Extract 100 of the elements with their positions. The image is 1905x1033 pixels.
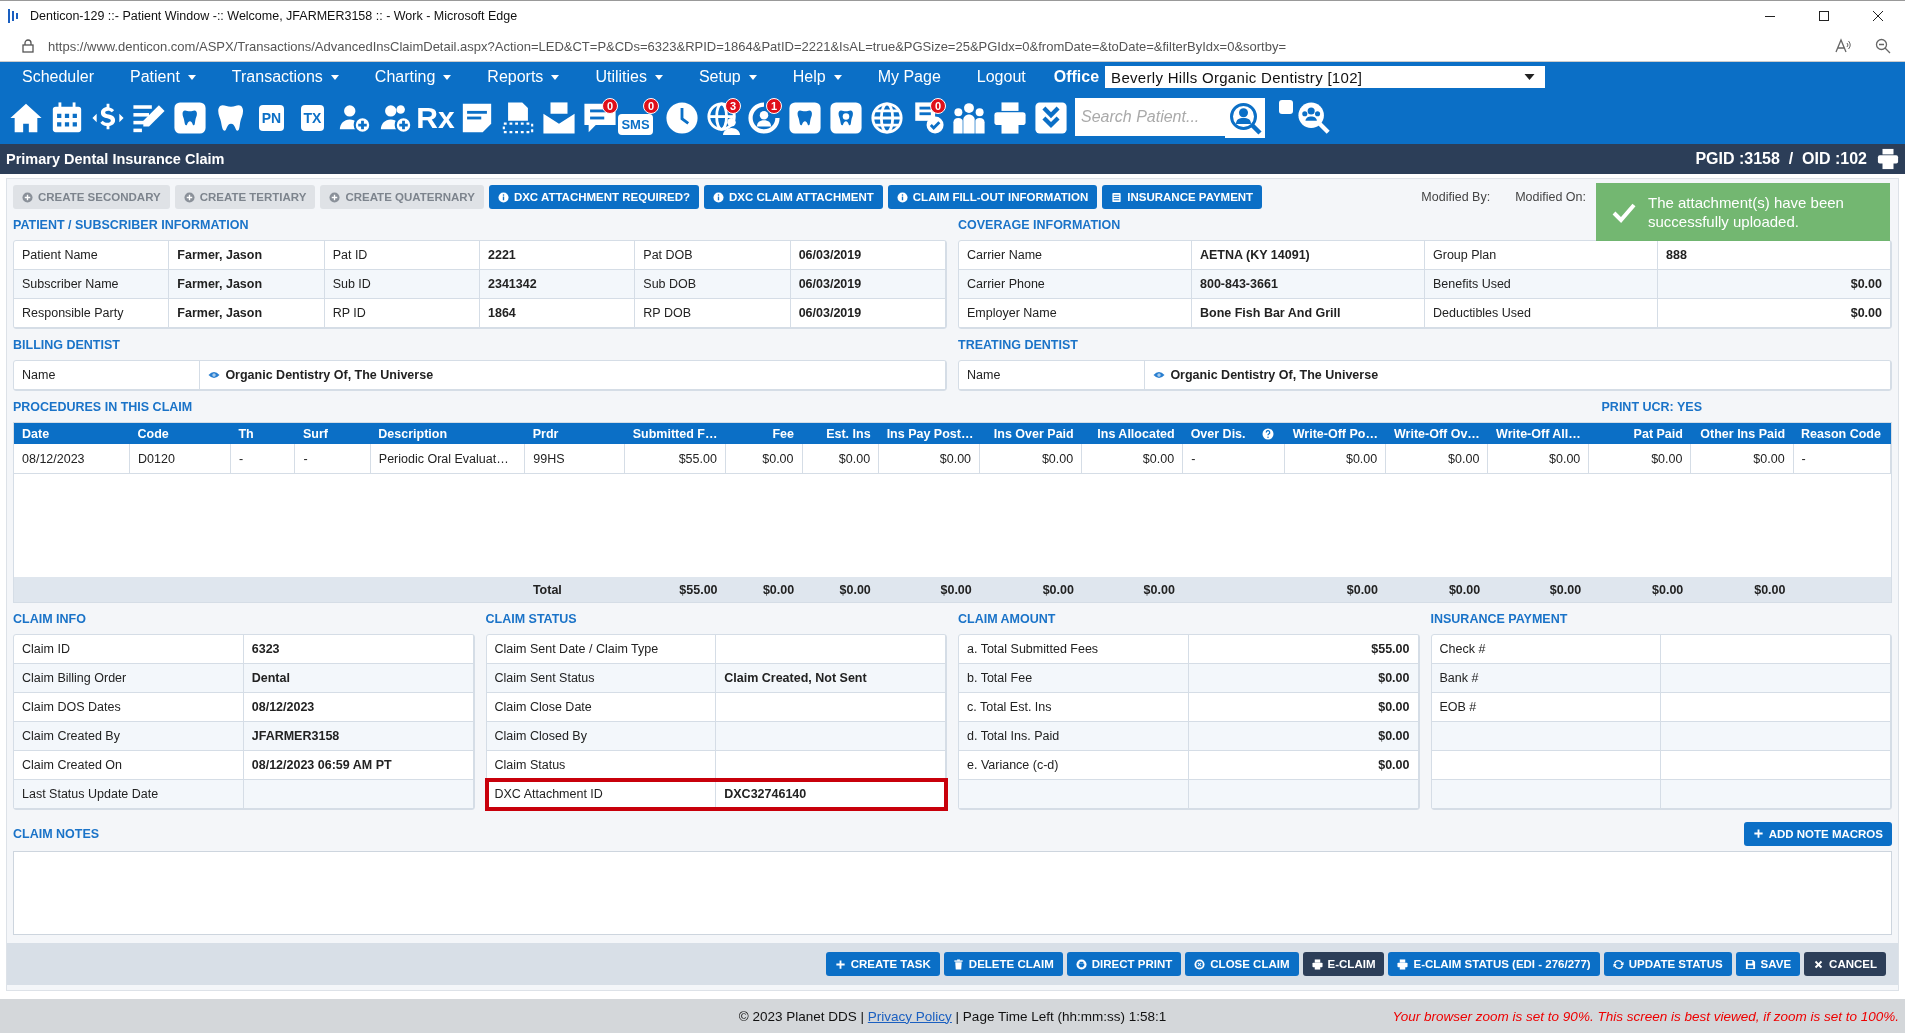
menu-item[interactable]: Reports [487, 68, 560, 86]
table-cell: $55.00 [624, 444, 726, 474]
action-button[interactable]: UPDATE STATUS [1603, 952, 1732, 976]
checkbox[interactable] [1279, 100, 1293, 114]
section-title: CLAIM STATUS [485, 611, 577, 628]
column-header[interactable]: Prdr [532, 426, 559, 441]
search-field[interactable]: Search Patient... [1075, 98, 1225, 136]
toast-message: The attachment(s) have been successfully uploaded. [1648, 192, 1845, 232]
page-title: Primary Dental Insurance Claim [6, 151, 225, 167]
read-aloud-icon[interactable] [1835, 38, 1851, 54]
section-title: COVERAGE INFORMATION [958, 217, 1121, 234]
zoom-out-icon[interactable] [1875, 38, 1891, 54]
field-label: b. Total Fee [959, 664, 1189, 693]
eye-icon[interactable] [1153, 371, 1166, 379]
chevron-down-icon[interactable] [1033, 101, 1068, 135]
table-cell: $0.00 [802, 444, 879, 474]
tooth-card-icon[interactable] [172, 101, 207, 135]
person-search-icon[interactable] [1225, 98, 1265, 138]
toolbar-label-button[interactable]: Rx [416, 103, 455, 133]
globe-icon[interactable] [869, 101, 904, 135]
menu-item[interactable]: My Page [877, 68, 941, 86]
footer-text: © 2023 Planet DDS | Privacy Policy | Page Time Left (hh:mm:ss) 1:58:1 [738, 1008, 1167, 1024]
field-label: Claim Closed By [486, 722, 717, 751]
tooth-card-icon[interactable] [787, 101, 822, 135]
field-value: JFARMER3158 [243, 722, 474, 751]
action-button[interactable]: SAVE [1735, 952, 1801, 976]
close-icon [1813, 958, 1825, 970]
menu-item[interactable]: Logout [976, 68, 1026, 86]
toolbar-label-button[interactable]: SMS [618, 113, 653, 135]
field-value: 800-843-3661 [1192, 270, 1425, 299]
toolbar-label-button[interactable]: TX [300, 105, 325, 131]
action-button[interactable]: E-CLAIM STATUS (EDI - 276/277) [1388, 952, 1600, 976]
claim-ids: PGID :3158 / OID :102 [1695, 150, 1867, 168]
table-cell: $0.00 [1487, 444, 1589, 474]
action-button[interactable]: CLOSE CLAIM [1185, 952, 1299, 976]
table-cell: $0.00 [1690, 444, 1794, 474]
home-icon[interactable] [8, 101, 43, 135]
menu-item[interactable]: Scheduler [22, 68, 95, 86]
action-button[interactable]: CLAIM FILL-OUT INFORMATION [887, 185, 1098, 209]
menu-item[interactable]: Transactions [231, 68, 339, 86]
field-value: 1864 [480, 299, 636, 328]
scanner-icon[interactable] [500, 101, 535, 135]
printer-icon[interactable] [992, 101, 1027, 135]
column-header[interactable]: Date [22, 426, 50, 441]
people-icon[interactable] [951, 101, 986, 135]
info-icon [896, 191, 908, 203]
refresh-person-icon[interactable] [746, 101, 781, 135]
field-label: d. Total Ins. Paid [959, 722, 1189, 751]
action-button[interactable]: INSURANCE PAYMENT [1102, 185, 1263, 209]
section-title: INSURANCE PAYMENT [1430, 611, 1568, 628]
menu-item[interactable]: Charting [374, 68, 452, 86]
action-button[interactable]: CANCEL [1804, 952, 1886, 976]
clock-icon[interactable] [664, 101, 699, 135]
menu-item[interactable]: Setup [698, 68, 757, 86]
privacy-policy-link[interactable]: Privacy Policy [867, 1008, 952, 1024]
table-cell: - [294, 444, 371, 474]
column-header[interactable]: Th [238, 426, 254, 441]
office-select[interactable]: Beverly Hills Organic Dentistry [102] [1105, 66, 1546, 88]
action-button[interactable]: DXC CLAIM ATTACHMENT [704, 185, 883, 209]
table-cell: $0.00 [725, 444, 802, 474]
total-value: $0.00 [839, 582, 871, 597]
section-title: TREATING DENTIST [958, 337, 1078, 354]
plus-circle-icon [183, 191, 195, 203]
menu-item[interactable]: Help [792, 68, 842, 86]
eye-icon[interactable] [208, 371, 221, 379]
mail-icon[interactable] [541, 101, 576, 135]
plus-icon [1752, 828, 1764, 839]
field-label: Name [14, 361, 201, 390]
tooth-card-icon[interactable] [828, 101, 863, 135]
action-button[interactable]: DELETE CLAIM [943, 952, 1063, 976]
add-note-macros-button[interactable]: ADD NOTE MACROS [1743, 821, 1892, 846]
action-button[interactable]: DXC ATTACHMENT REQUIRED? [488, 185, 699, 209]
list-icon [1111, 191, 1123, 203]
total-value: $0.00 [940, 582, 972, 597]
printer-icon[interactable] [1877, 148, 1899, 170]
dentist-name: Organic Dentistry Of, The Universe [225, 368, 434, 382]
claim-notes-field[interactable] [13, 851, 1892, 935]
globe-person-icon[interactable] [705, 101, 740, 135]
field-value: $0.00 [1188, 664, 1419, 693]
help-icon[interactable] [1261, 427, 1274, 440]
action-button[interactable]: E-CLAIM [1302, 952, 1385, 976]
caret-icon [654, 74, 663, 80]
table-cell: 99HS [524, 444, 625, 474]
action-button[interactable]: CREATE TASK [825, 952, 940, 976]
menu-item[interactable]: Patient [130, 68, 196, 86]
table-cell: D0120 [129, 444, 231, 474]
table-cell: - [230, 444, 295, 474]
app-icon [8, 8, 20, 24]
print-ucr-label: PRINT UCR: YES [1601, 399, 1702, 416]
field-value: Dental [243, 664, 474, 693]
action-button[interactable]: DIRECT PRINT [1066, 952, 1182, 976]
toolbar-label-button[interactable]: PN [258, 105, 285, 131]
url-text[interactable]: https://www.denticon.com/ASPX/Transactions/AdvancedInsClaimDetail.aspx?Action=LED&CT=P&CDs=6323&RPID=1864&PatID=2221&IsAL=true&PGSize=25&PGIdx=0&fromDate=&toDate=&filterByIdx=0&sortby= [48, 38, 1811, 54]
table-cell: $0.00 [979, 444, 1082, 474]
field-label: Sub DOB [635, 270, 791, 299]
table-cell: - [1182, 444, 1285, 474]
plus-circle-icon [22, 191, 33, 203]
menu-item[interactable]: Utilities [595, 68, 663, 86]
group-search-icon[interactable] [1297, 101, 1331, 135]
total-value: $55.00 [679, 582, 718, 597]
